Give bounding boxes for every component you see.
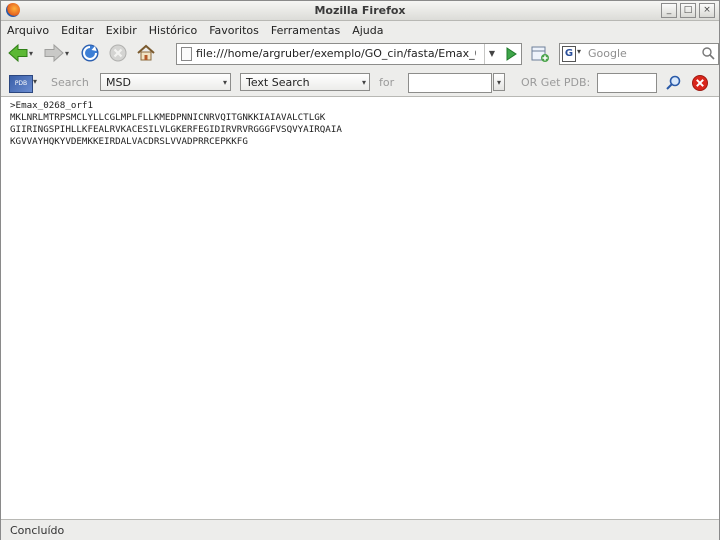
menu-historico[interactable]: Histórico <box>143 24 203 37</box>
status-text: Concluído <box>10 524 65 537</box>
reload-button[interactable] <box>79 42 101 64</box>
search-icon[interactable] <box>701 46 715 60</box>
reload-icon <box>81 44 99 62</box>
pdb-logo[interactable]: PDB <box>9 75 33 93</box>
back-history-caret[interactable]: ▾ <box>29 49 37 58</box>
url-history-dropdown[interactable]: ▼ <box>484 44 499 64</box>
fasta-sequence-line: GIIRINGSPIHLLKFEALRVKACESILVLGKERFEGIDIR… <box>10 124 342 135</box>
pdb-query-input[interactable] <box>408 73 492 93</box>
pdb-id-input[interactable] <box>597 73 657 93</box>
back-arrow-icon <box>8 43 28 63</box>
chevron-down-icon: ▾ <box>222 78 227 87</box>
home-button[interactable] <box>135 42 157 64</box>
navigation-toolbar: ▾ ▾ file:///home/argruber/exemplo/GO_cin… <box>1 39 719 69</box>
search-placeholder[interactable]: Google <box>588 47 627 60</box>
page-content[interactable]: >Emax_0268_orf1 MKLNRLMTRPSMCLYLLCGLMPLF… <box>1 96 719 520</box>
forward-history-caret[interactable]: ▾ <box>65 49 73 58</box>
menu-arquivo[interactable]: Arquivo <box>1 24 55 37</box>
pdb-query-history-dropdown[interactable]: ▾ <box>493 73 505 91</box>
bookmark-add-icon[interactable] <box>529 44 551 64</box>
browser-window: Mozilla Firefox _ □ × Arquivo Editar Exi… <box>0 0 720 540</box>
pdb-search-type-value: Text Search <box>246 76 310 89</box>
pdb-for-label: for <box>379 76 395 89</box>
chevron-down-icon: ▾ <box>361 78 366 87</box>
menu-editar[interactable]: Editar <box>55 24 100 37</box>
web-search-box[interactable]: G ▾ Google <box>559 43 719 65</box>
title-bar[interactable]: Mozilla Firefox _ □ × <box>1 1 719 21</box>
menu-bar: Arquivo Editar Exibir Histórico Favorito… <box>1 21 719 39</box>
menu-exibir[interactable]: Exibir <box>100 24 143 37</box>
stop-button[interactable] <box>107 42 129 64</box>
url-text[interactable]: file:///home/argruber/exemplo/GO_cin/fas… <box>196 47 476 60</box>
forward-arrow-icon <box>44 43 64 63</box>
stop-icon <box>109 44 127 62</box>
pdb-get-label: OR Get PDB: <box>521 76 591 89</box>
url-bar[interactable]: file:///home/argruber/exemplo/GO_cin/fas… <box>176 43 522 65</box>
google-engine-icon[interactable]: G <box>562 46 576 62</box>
menu-ferramentas[interactable]: Ferramentas <box>265 24 346 37</box>
fasta-header-line: >Emax_0268_orf1 <box>10 100 93 111</box>
pdb-search-label: Search <box>51 76 89 89</box>
minimize-button[interactable]: _ <box>661 3 677 18</box>
fasta-sequence-line: MKLNRLMTRPSMCLYLLCGLMPLFLLKMEDPNNICNRVQI… <box>10 112 326 123</box>
pdb-search-type-select[interactable]: Text Search ▾ <box>240 73 370 91</box>
file-icon <box>181 47 192 61</box>
pdb-menu-caret[interactable]: ▾ <box>33 77 37 86</box>
fasta-text: >Emax_0268_orf1 MKLNRLMTRPSMCLYLLCGLMPLF… <box>10 100 342 148</box>
pdb-database-value: MSD <box>106 76 131 89</box>
pdb-database-select[interactable]: MSD ▾ <box>100 73 231 91</box>
back-button[interactable] <box>7 42 29 64</box>
engine-dropdown-caret[interactable]: ▾ <box>577 47 581 56</box>
pdb-clear-icon[interactable] <box>691 74 709 92</box>
pdb-search-toolbar: PDB ▾ Search MSD ▾ Text Search ▾ for ▾ O… <box>1 70 719 96</box>
maximize-button[interactable]: □ <box>680 3 696 18</box>
status-bar: Concluído <box>1 519 719 540</box>
window-title: Mozilla Firefox <box>314 4 406 17</box>
home-icon <box>137 44 155 61</box>
menu-favoritos[interactable]: Favoritos <box>203 24 265 37</box>
fasta-sequence-line: KGVVAYHQKYVDEMKKEIRDALVACDRSLVVADPRRCEPK… <box>10 136 248 147</box>
go-icon[interactable] <box>503 46 519 62</box>
pdb-search-icon[interactable] <box>665 74 683 92</box>
close-button[interactable]: × <box>699 3 715 18</box>
forward-button[interactable] <box>43 42 65 64</box>
menu-ajuda[interactable]: Ajuda <box>346 24 389 37</box>
